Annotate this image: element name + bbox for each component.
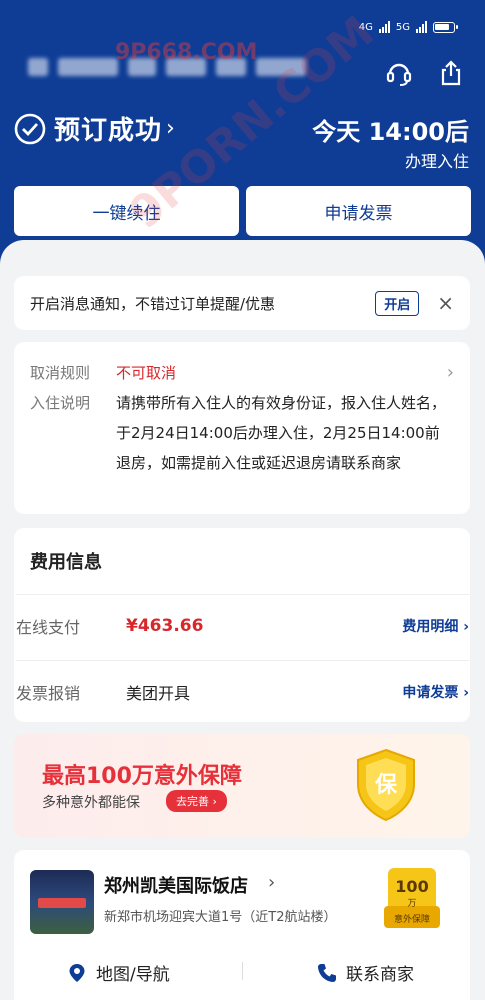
page-title: 预订成功 — [54, 116, 163, 146]
enable-notification-button[interactable]: 开启 — [375, 290, 420, 316]
cancel-rule-value: 不可取消 — [116, 364, 177, 382]
close-icon[interactable]: × — [437, 291, 454, 315]
checkin-label: 办理入住 — [404, 152, 469, 171]
customer-service-icon[interactable] — [384, 58, 414, 88]
promo-cta-button[interactable]: 去完善 › — [166, 790, 227, 812]
insurance-badge-icon[interactable]: 100 万 意外保障 — [382, 866, 442, 932]
checkin-time: 今天 14:00后 — [312, 118, 469, 146]
booking-success-header[interactable]: 预订成功 › — [14, 110, 175, 147]
invoice-row: 发票报销 美团开具 申请发票 › — [16, 660, 469, 722]
battery-icon — [433, 21, 458, 33]
signal-5g-label: 5G — [395, 21, 410, 33]
online-payment-label: 在线支付 — [16, 617, 81, 637]
checkin-note-row: 入住说明 请携带所有入住人的有效身份证，报入住人姓名，于2月24日14:00后办… — [30, 388, 454, 478]
badge-amount: 100 — [395, 877, 428, 896]
request-invoice-link[interactable]: 申请发票 › — [402, 682, 469, 702]
hotel-name-redacted — [28, 58, 306, 76]
share-icon[interactable] — [436, 58, 466, 88]
action-divider — [242, 962, 243, 980]
online-payment-row: 在线支付 ¥463.66 费用明细 › — [16, 594, 469, 656]
chevron-right-icon: › — [166, 116, 175, 141]
status-bar: 4G 5G — [358, 16, 458, 38]
hotel-address: 新郑市机场迎宾大道1号（近T2航站楼） — [104, 910, 337, 925]
fee-section-title: 费用信息 — [30, 552, 102, 573]
signal-4g-icon — [378, 21, 390, 33]
location-pin-icon — [69, 963, 85, 982]
chevron-right-icon: › — [446, 362, 454, 383]
map-navigation-label: 地图/导航 — [96, 965, 170, 985]
invoice-issuer: 美团开具 — [126, 683, 191, 703]
promo-headline: 最高100万意外保障 — [42, 764, 242, 789]
shield-char: 保 — [374, 773, 398, 798]
header-curve — [0, 240, 485, 280]
hotel-name[interactable]: 郑州凯美国际饭店 — [104, 872, 248, 898]
promo-subtitle: 多种意外都能保 — [42, 795, 140, 811]
checkin-note-value: 请携带所有入住人的有效身份证，报入住人姓名，于2月24日14:00后办理入住，2… — [116, 394, 447, 472]
badge-caption: 意外保障 — [394, 913, 430, 925]
invoice-label: 发票报销 — [16, 683, 81, 703]
insurance-promo-banner[interactable]: 最高100万意外保障 多种意外都能保 去完善 › 保 — [14, 734, 470, 838]
hotel-photo[interactable] — [30, 870, 94, 934]
booking-rules-card[interactable]: 取消规则 不可取消 入住说明 请携带所有入住人的有效身份证，报入住人姓名，于2月… — [14, 342, 470, 514]
map-navigation-button[interactable]: 地图/导航 — [66, 960, 170, 985]
request-invoice-button[interactable]: 申请发票 — [246, 186, 471, 236]
checkin-note-label: 入住说明 — [30, 394, 91, 412]
online-payment-amount: ¥463.66 — [126, 615, 204, 636]
fee-details-link[interactable]: 费用明细 › — [402, 616, 469, 636]
notification-banner: 开启消息通知，不错过订单提醒/优惠 开启 × — [14, 276, 470, 330]
check-circle-icon — [14, 113, 46, 144]
cancel-rule-label: 取消规则 — [30, 364, 91, 382]
insurance-shield-icon: 保 — [357, 748, 415, 822]
notification-text: 开启消息通知，不错过订单提醒/优惠 — [30, 294, 276, 313]
chevron-right-icon: › — [268, 872, 276, 893]
hotel-card: 郑州凯美国际饭店 › 新郑市机场迎宾大道1号（近T2航站楼） 100 万 意外保… — [14, 850, 470, 1000]
signal-5g-icon — [416, 21, 427, 33]
signal-4g-label: 4G — [358, 21, 373, 33]
contact-merchant-button[interactable]: 联系商家 — [316, 960, 414, 985]
badge-unit: 万 — [407, 899, 416, 909]
phone-icon — [318, 963, 336, 982]
extend-stay-button[interactable]: 一键续住 — [14, 186, 239, 236]
cancel-rule-row: 取消规则 不可取消 — [30, 358, 454, 388]
contact-merchant-label: 联系商家 — [346, 965, 414, 985]
